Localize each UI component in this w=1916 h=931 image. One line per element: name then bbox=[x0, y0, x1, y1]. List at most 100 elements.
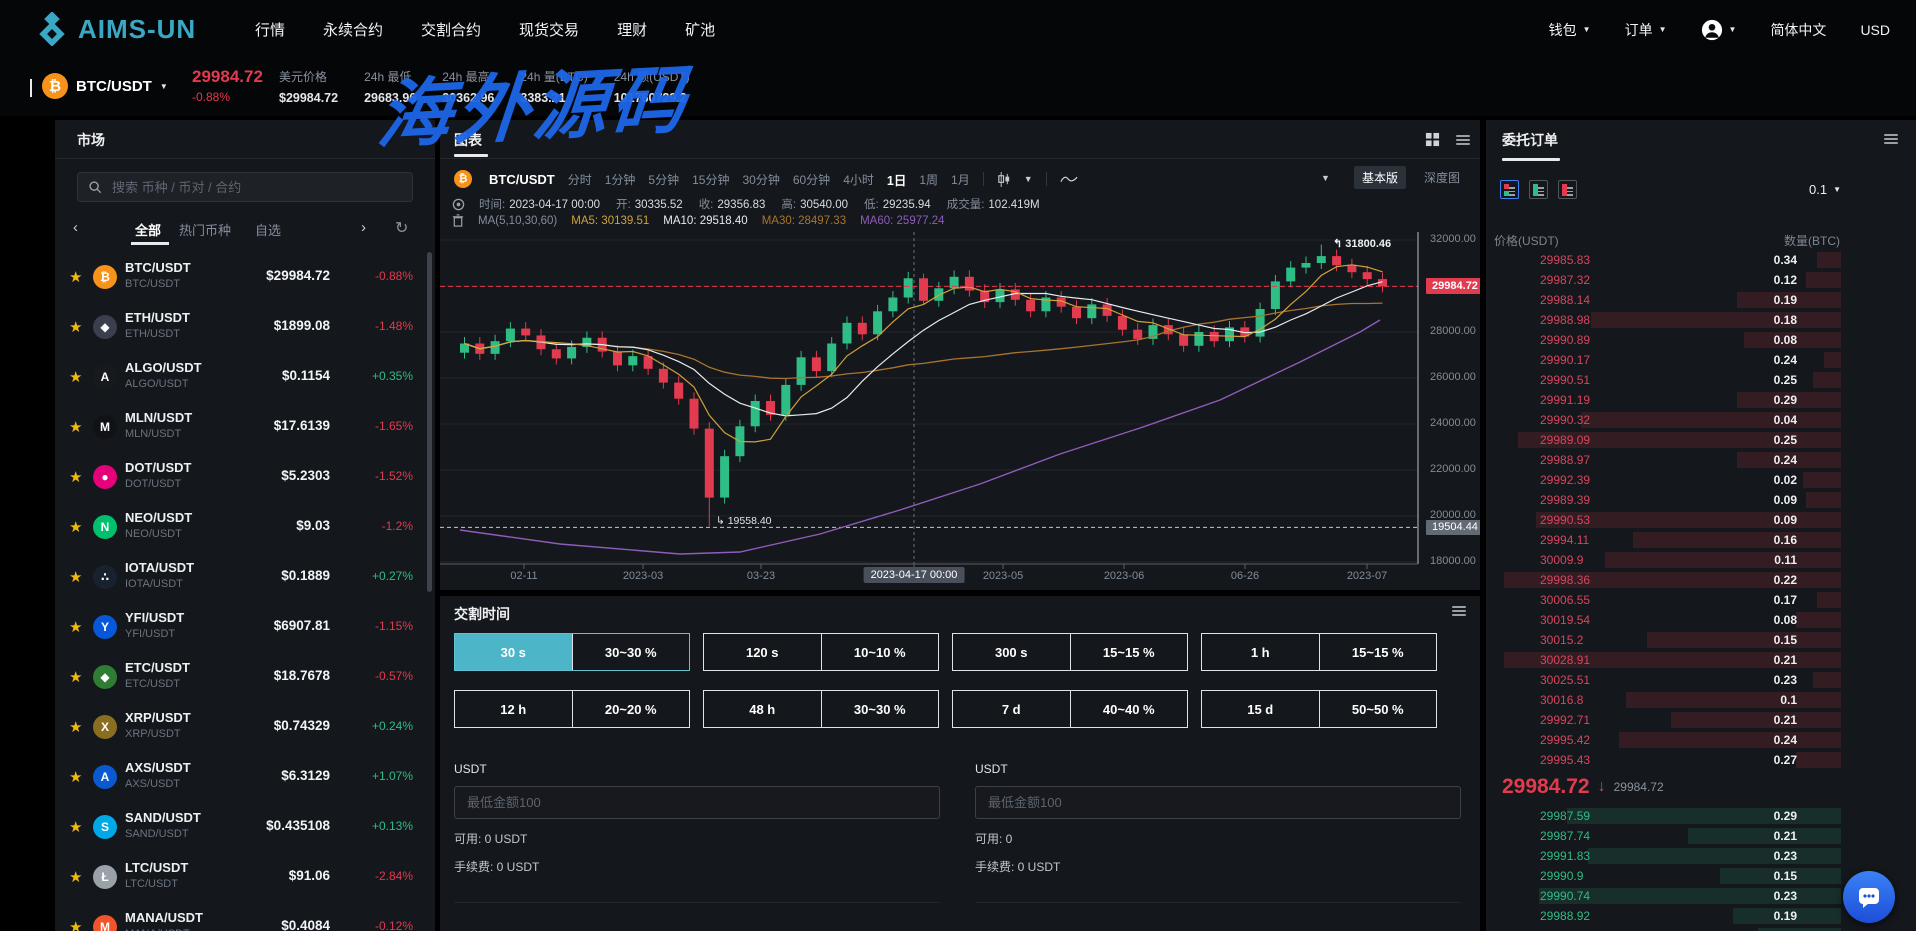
list-item-neo[interactable]: ★NNEO/USDTNEO/USDT$9.03-1.2% bbox=[55, 502, 435, 552]
delivery-pct-cell[interactable]: 30~30 % bbox=[821, 691, 939, 727]
delivery-menu-icon[interactable] bbox=[1452, 604, 1466, 618]
pair-selector[interactable]: ₿ BTC/USDT ▼ bbox=[42, 73, 168, 99]
ask-row[interactable]: 29992.710.21 bbox=[1494, 710, 1841, 730]
market-tab-2[interactable]: 热门币种 bbox=[179, 220, 231, 239]
ask-row[interactable]: 29991.190.29 bbox=[1494, 390, 1841, 410]
indicator-eye-icon[interactable] bbox=[452, 198, 465, 211]
delivery-time-cell[interactable]: 15 d bbox=[1202, 691, 1319, 727]
list-item-algo[interactable]: ★AALGO/USDTALGO/USDT$0.1154+0.35% bbox=[55, 352, 435, 402]
favorite-star-icon[interactable]: ★ bbox=[69, 518, 82, 536]
delivery-option-48h[interactable]: 48 h30~30 % bbox=[703, 690, 939, 728]
candlestick-chart[interactable]: ↳ 19558.40↰ 31800.46 bbox=[440, 232, 1480, 572]
nav-item-5[interactable]: 理财 bbox=[617, 19, 647, 40]
ask-row[interactable]: 29988.970.24 bbox=[1494, 450, 1841, 470]
trash-icon[interactable] bbox=[452, 214, 464, 227]
delivery-time-cell[interactable]: 120 s bbox=[704, 634, 821, 670]
market-tab-1[interactable]: 全部 bbox=[135, 220, 161, 239]
candlestick-chart-icon[interactable] bbox=[997, 172, 1011, 187]
sidebar-scrollbar[interactable] bbox=[427, 252, 432, 592]
list-item-btc[interactable]: ★₿BTC/USDTBTC/USDT$29984.72-0.88% bbox=[55, 252, 435, 302]
orders-menu[interactable]: 订单▼ bbox=[1625, 20, 1667, 40]
orderbook-view-both-icon[interactable] bbox=[1500, 180, 1519, 199]
ask-row[interactable]: 29990.320.04 bbox=[1494, 410, 1841, 430]
line-chart-icon[interactable] bbox=[1060, 173, 1078, 185]
favorite-star-icon[interactable]: ★ bbox=[69, 418, 82, 436]
delivery-pct-cell[interactable]: 40~40 % bbox=[1070, 691, 1188, 727]
refresh-icon[interactable]: ↻ bbox=[395, 218, 408, 238]
chart-menu-icon[interactable] bbox=[1456, 133, 1470, 147]
list-item-etc[interactable]: ★◆ETC/USDTETC/USDT$18.7678-0.57% bbox=[55, 652, 435, 702]
wallet-menu[interactable]: 钱包▼ bbox=[1549, 20, 1591, 40]
ask-row[interactable]: 29985.830.34 bbox=[1494, 250, 1841, 270]
delivery-time-cell[interactable]: 7 d bbox=[953, 691, 1070, 727]
ask-row[interactable]: 29990.530.09 bbox=[1494, 510, 1841, 530]
nav-item-1[interactable]: 行情 bbox=[255, 19, 285, 40]
favorite-star-icon[interactable]: ★ bbox=[69, 768, 82, 786]
favorite-star-icon[interactable]: ★ bbox=[69, 918, 82, 931]
ask-row[interactable]: 29995.420.24 bbox=[1494, 730, 1841, 750]
timeframe-4小时[interactable]: 4小时 bbox=[843, 171, 874, 188]
nav-item-4[interactable]: 现货交易 bbox=[519, 19, 579, 40]
ask-row[interactable]: 29994.110.16 bbox=[1494, 530, 1841, 550]
delivery-option-12h[interactable]: 12 h20~20 % bbox=[454, 690, 690, 728]
ask-row[interactable]: 29992.390.02 bbox=[1494, 470, 1841, 490]
timeframe-30分钟[interactable]: 30分钟 bbox=[742, 171, 779, 188]
language-selector[interactable]: 简体中文 bbox=[1770, 20, 1826, 40]
bid-row[interactable]: 29987.590.29 bbox=[1494, 806, 1841, 826]
delivery-time-cell[interactable]: 48 h bbox=[704, 691, 821, 727]
chevron-down-icon[interactable]: ▼ bbox=[1024, 174, 1033, 184]
ask-row[interactable]: 30016.80.1 bbox=[1494, 690, 1841, 710]
favorite-star-icon[interactable]: ★ bbox=[69, 868, 82, 886]
orderbook-view-asks-icon[interactable] bbox=[1558, 180, 1577, 199]
ask-row[interactable]: 29989.090.25 bbox=[1494, 430, 1841, 450]
brand-logo[interactable]: AIMS-UN bbox=[36, 12, 196, 46]
chevron-left-icon[interactable]: ‹ bbox=[73, 219, 78, 236]
delivery-option-7d[interactable]: 7 d40~40 % bbox=[952, 690, 1188, 728]
list-item-xrp[interactable]: ★XXRP/USDTXRP/USDT$0.74329+0.24% bbox=[55, 702, 435, 752]
ask-row[interactable]: 29995.430.27 bbox=[1494, 750, 1841, 770]
delivery-option-15d[interactable]: 15 d50~50 % bbox=[1201, 690, 1437, 728]
delivery-pct-cell[interactable]: 50~50 % bbox=[1319, 691, 1437, 727]
list-item-dot[interactable]: ★●DOT/USDTDOT/USDT$5.2303-1.52% bbox=[55, 452, 435, 502]
view-depth-button[interactable]: 深度图 bbox=[1416, 166, 1468, 189]
timeframe-1日[interactable]: 1日 bbox=[887, 170, 906, 189]
delivery-pct-cell[interactable]: 20~20 % bbox=[572, 691, 690, 727]
list-item-axs[interactable]: ★AAXS/USDTAXS/USDT$6.3129+1.07% bbox=[55, 752, 435, 802]
favorite-star-icon[interactable]: ★ bbox=[69, 618, 82, 636]
list-item-sand[interactable]: ★SSAND/USDTSAND/USDT$0.435108+0.13% bbox=[55, 802, 435, 852]
amount-input-left[interactable] bbox=[454, 786, 940, 819]
market-tab-3[interactable]: 自选 bbox=[255, 220, 281, 239]
bid-row[interactable]: 29990.90.15 bbox=[1494, 866, 1841, 886]
nav-item-3[interactable]: 交割合约 bbox=[421, 19, 481, 40]
favorite-star-icon[interactable]: ★ bbox=[69, 318, 82, 336]
ask-row[interactable]: 29988.980.18 bbox=[1494, 310, 1841, 330]
delivery-time-cell[interactable]: 30 s bbox=[455, 634, 572, 670]
timeframe-15分钟[interactable]: 15分钟 bbox=[692, 171, 729, 188]
favorite-star-icon[interactable]: ★ bbox=[69, 568, 82, 586]
delivery-option-120s[interactable]: 120 s10~10 % bbox=[703, 633, 939, 671]
bid-row[interactable]: 29992.450.2 bbox=[1494, 926, 1841, 931]
nav-item-6[interactable]: 矿池 bbox=[685, 19, 715, 40]
amount-input-right[interactable] bbox=[975, 786, 1461, 819]
ask-row[interactable]: 29989.390.09 bbox=[1494, 490, 1841, 510]
nav-item-2[interactable]: 永续合约 bbox=[323, 19, 383, 40]
bid-row[interactable]: 29987.740.21 bbox=[1494, 826, 1841, 846]
ask-row[interactable]: 30006.550.17 bbox=[1494, 590, 1841, 610]
favorite-star-icon[interactable]: ★ bbox=[69, 368, 82, 386]
favorite-star-icon[interactable]: ★ bbox=[69, 718, 82, 736]
favorite-star-icon[interactable]: ★ bbox=[69, 268, 82, 286]
delivery-pct-cell[interactable]: 15~15 % bbox=[1070, 634, 1188, 670]
timeframe-1分钟[interactable]: 1分钟 bbox=[605, 171, 636, 188]
delivery-option-30s[interactable]: 30 s30~30 % bbox=[454, 633, 690, 671]
ask-row[interactable]: 29987.320.12 bbox=[1494, 270, 1841, 290]
delivery-time-cell[interactable]: 300 s bbox=[953, 634, 1070, 670]
chat-support-button[interactable] bbox=[1843, 871, 1895, 923]
timeframe-1月[interactable]: 1月 bbox=[951, 171, 970, 188]
ask-row[interactable]: 30009.90.11 bbox=[1494, 550, 1841, 570]
ask-row[interactable]: 29990.890.08 bbox=[1494, 330, 1841, 350]
orderbook-view-bids-icon[interactable] bbox=[1529, 180, 1548, 199]
list-item-ltc[interactable]: ★ŁLTC/USDTLTC/USDT$91.06-2.84% bbox=[55, 852, 435, 902]
delivery-pct-cell[interactable]: 10~10 % bbox=[821, 634, 939, 670]
ask-row[interactable]: 29990.170.24 bbox=[1494, 350, 1841, 370]
favorite-star-icon[interactable]: ★ bbox=[69, 818, 82, 836]
